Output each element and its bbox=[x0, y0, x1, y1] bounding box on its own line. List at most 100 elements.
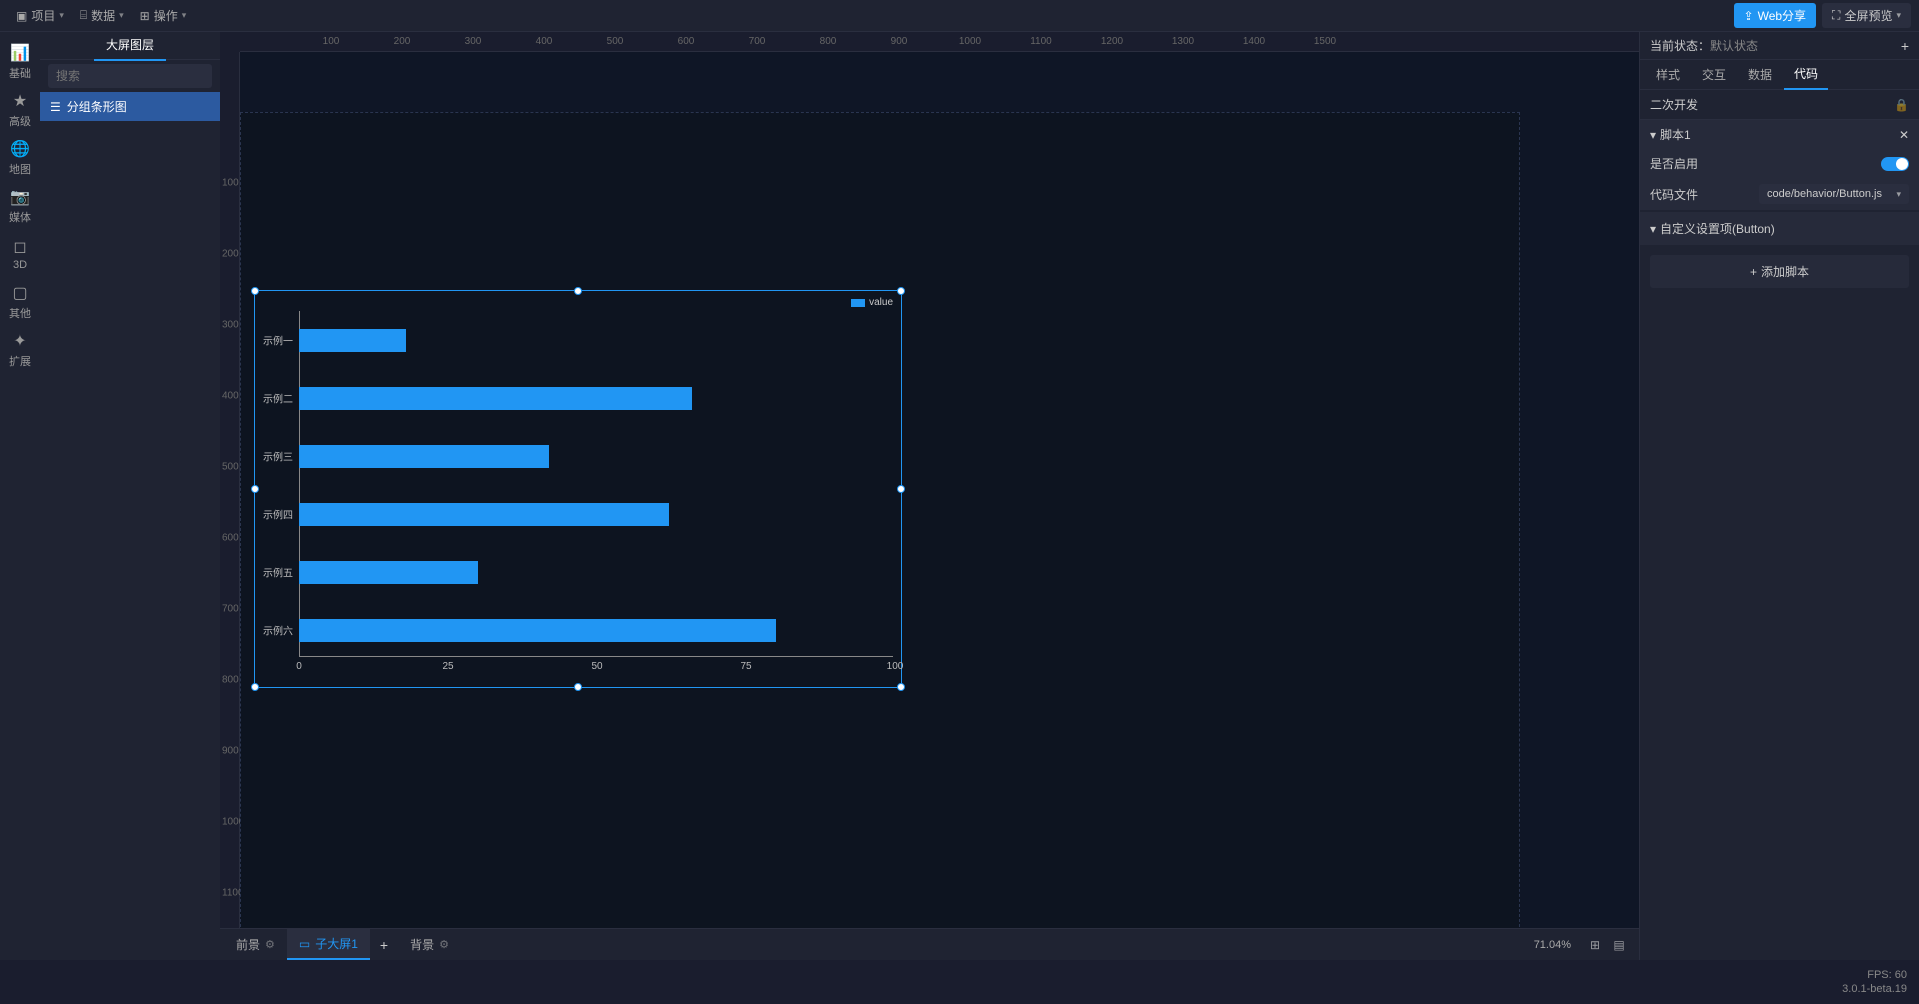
lock-icon[interactable]: 🔒 bbox=[1894, 98, 1909, 112]
grid-icon: ⊞ bbox=[140, 9, 150, 23]
script-block: ▾ 脚本1 ✕ 是否启用 代码文件 code/behavior/Button.j… bbox=[1640, 120, 1919, 210]
sidebar-item-media[interactable]: 📷媒体 bbox=[0, 182, 40, 230]
folder-icon: ▣ bbox=[16, 9, 27, 23]
sidebar-item-advanced[interactable]: ★高级 bbox=[0, 86, 40, 134]
chart-legend: value bbox=[851, 297, 893, 308]
star-icon: ★ bbox=[13, 91, 27, 111]
cube-icon: ◻ bbox=[13, 237, 26, 257]
chart-plot: 示例一示例二示例三示例四示例五示例六 0255075100 bbox=[299, 311, 893, 657]
layer-item[interactable]: ☰ 分组条形图 bbox=[40, 92, 220, 121]
chart-inner: value 示例一示例二示例三示例四示例五示例六 0255075100 bbox=[255, 291, 901, 687]
box-icon: ▢ bbox=[12, 283, 27, 303]
properties-panel: 当前状态： 默认状态 + 样式 交互 数据 代码 二次开发 🔒 ▾ 脚本1 ✕ … bbox=[1639, 32, 1919, 960]
search-input[interactable] bbox=[48, 64, 212, 88]
data-label: 数据 bbox=[91, 7, 115, 24]
version-label: 3.0.1-beta.19 bbox=[1842, 983, 1907, 995]
legend-swatch bbox=[851, 299, 865, 307]
database-icon: ⌸ bbox=[80, 8, 87, 23]
layers-tab[interactable]: 大屏图层 bbox=[94, 30, 166, 61]
chevron-down-icon: ▾ bbox=[119, 10, 124, 21]
gear-icon[interactable]: ⚙ bbox=[439, 938, 449, 951]
sidebar-item-map[interactable]: 🌐地图 bbox=[0, 134, 40, 182]
code-file-select[interactable]: code/behavior/Button.js ▾ bbox=[1759, 184, 1909, 204]
chart-bar bbox=[299, 503, 669, 526]
layer-item-label: 分组条形图 bbox=[67, 98, 127, 115]
chart-x-axis: 0255075100 bbox=[299, 659, 893, 675]
code-file-label: 代码文件 bbox=[1650, 186, 1698, 203]
top-toolbar: ▣ 项目 ▾ ⌸ 数据 ▾ ⊞ 操作 ▾ ⇪ Web分享 ⛶ 全屏预览 ▾ bbox=[0, 0, 1919, 32]
props-state-header: 当前状态： 默认状态 + bbox=[1640, 32, 1919, 60]
caret-down-icon: ▾ bbox=[1650, 222, 1656, 236]
section-title: 二次开发 bbox=[1650, 96, 1698, 113]
selected-chart[interactable]: value 示例一示例二示例三示例四示例五示例六 0255075100 bbox=[254, 290, 902, 688]
fit-screen-button[interactable]: ⊞ bbox=[1587, 937, 1603, 953]
chevron-down-icon: ▾ bbox=[59, 10, 64, 21]
code-file-value: code/behavior/Button.js bbox=[1767, 188, 1882, 200]
gear-icon[interactable]: ⚙ bbox=[265, 938, 275, 951]
script-title: 脚本1 bbox=[1660, 126, 1691, 143]
chevron-down-icon: ▾ bbox=[1896, 189, 1901, 200]
screen-icon: ▭ bbox=[299, 937, 310, 951]
project-menu[interactable]: ▣ 项目 ▾ bbox=[8, 3, 72, 28]
chart-icon: 📊 bbox=[10, 43, 30, 63]
web-share-button[interactable]: ⇪ Web分享 bbox=[1734, 3, 1817, 28]
enable-toggle[interactable] bbox=[1881, 157, 1909, 171]
layers-panel: 大屏图层 ☰ 分组条形图 bbox=[40, 32, 220, 960]
layout-button[interactable]: ▤ bbox=[1611, 937, 1627, 953]
x-axis-line bbox=[299, 656, 893, 657]
bottom-tab-background[interactable]: 背景 ⚙ bbox=[398, 930, 461, 959]
bars-icon: ☰ bbox=[50, 100, 61, 114]
chevron-down-icon: ▾ bbox=[1896, 10, 1901, 21]
globe-icon: 🌐 bbox=[10, 139, 30, 159]
caret-down-icon: ▾ bbox=[1650, 128, 1656, 142]
canvas-area[interactable]: 1002003004005006007008009001000110012001… bbox=[220, 32, 1639, 960]
camera-icon: 📷 bbox=[10, 187, 30, 207]
y-axis-line bbox=[299, 311, 300, 657]
fullscreen-label: 全屏预览 bbox=[1844, 7, 1892, 24]
share-icon: ⇪ bbox=[1744, 9, 1754, 23]
chart-bar bbox=[299, 329, 406, 352]
enable-label: 是否启用 bbox=[1650, 155, 1698, 172]
operation-menu[interactable]: ⊞ 操作 ▾ bbox=[132, 3, 195, 28]
add-script-label: 添加脚本 bbox=[1761, 263, 1809, 280]
close-icon[interactable]: ✕ bbox=[1899, 128, 1909, 142]
tab-data[interactable]: 数据 bbox=[1738, 60, 1782, 89]
data-menu[interactable]: ⌸ 数据 ▾ bbox=[72, 3, 132, 28]
section-secondary-dev: 二次开发 🔒 bbox=[1640, 90, 1919, 120]
tab-style[interactable]: 样式 bbox=[1646, 60, 1690, 89]
fullscreen-button[interactable]: ⛶ 全屏预览 ▾ bbox=[1822, 3, 1911, 28]
chart-bar bbox=[299, 387, 692, 410]
custom-settings-label: 自定义设置项(Button) bbox=[1660, 220, 1775, 237]
script-header[interactable]: ▾ 脚本1 ✕ bbox=[1640, 120, 1919, 149]
category-sidebar: 📊基础 ★高级 🌐地图 📷媒体 ◻3D ▢其他 ✦扩展 bbox=[0, 32, 40, 960]
add-script-button[interactable]: + 添加脚本 bbox=[1650, 255, 1909, 288]
fps-counter: FPS: 60 bbox=[1867, 969, 1907, 981]
bottom-tab-subscreen1[interactable]: ▭ 子大屏1 bbox=[287, 929, 370, 960]
add-state-button[interactable]: + bbox=[1901, 38, 1909, 54]
chevron-down-icon: ▾ bbox=[182, 10, 187, 21]
sidebar-item-basic[interactable]: 📊基础 bbox=[0, 38, 40, 86]
sidebar-item-extension[interactable]: ✦扩展 bbox=[0, 326, 40, 374]
tab-code[interactable]: 代码 bbox=[1784, 59, 1828, 90]
sidebar-item-other[interactable]: ▢其他 bbox=[0, 278, 40, 326]
btab-label: 子大屏1 bbox=[315, 935, 358, 952]
legend-label: value bbox=[869, 297, 893, 308]
ruler-vertical: 10020030040050060070080090010001100 bbox=[220, 52, 240, 960]
chart-bar bbox=[299, 445, 549, 468]
ruler-corner bbox=[220, 32, 240, 52]
ruler-horizontal: 1002003004005006007008009001000110012001… bbox=[240, 32, 1639, 52]
zoom-percentage: 71.04% bbox=[1526, 939, 1579, 951]
chart-y-axis: 示例一示例二示例三示例四示例五示例六 bbox=[255, 311, 297, 657]
btab-label: 背景 bbox=[410, 936, 434, 953]
custom-settings-header[interactable]: ▾ 自定义设置项(Button) bbox=[1640, 212, 1919, 245]
project-label: 项目 bbox=[31, 7, 55, 24]
operation-label: 操作 bbox=[154, 7, 178, 24]
btab-label: 前景 bbox=[236, 936, 260, 953]
sidebar-item-3d[interactable]: ◻3D bbox=[0, 230, 40, 278]
bottom-tab-foreground[interactable]: 前景 ⚙ bbox=[224, 930, 287, 959]
bottom-tab-bar: 前景 ⚙ ▭ 子大屏1 + 背景 ⚙ 71.04% ⊞ ▤ bbox=[220, 928, 1639, 960]
puzzle-icon: ✦ bbox=[13, 331, 26, 351]
add-tab-button[interactable]: + bbox=[370, 931, 398, 959]
tab-interaction[interactable]: 交互 bbox=[1692, 60, 1736, 89]
plus-icon: + bbox=[1750, 265, 1757, 279]
